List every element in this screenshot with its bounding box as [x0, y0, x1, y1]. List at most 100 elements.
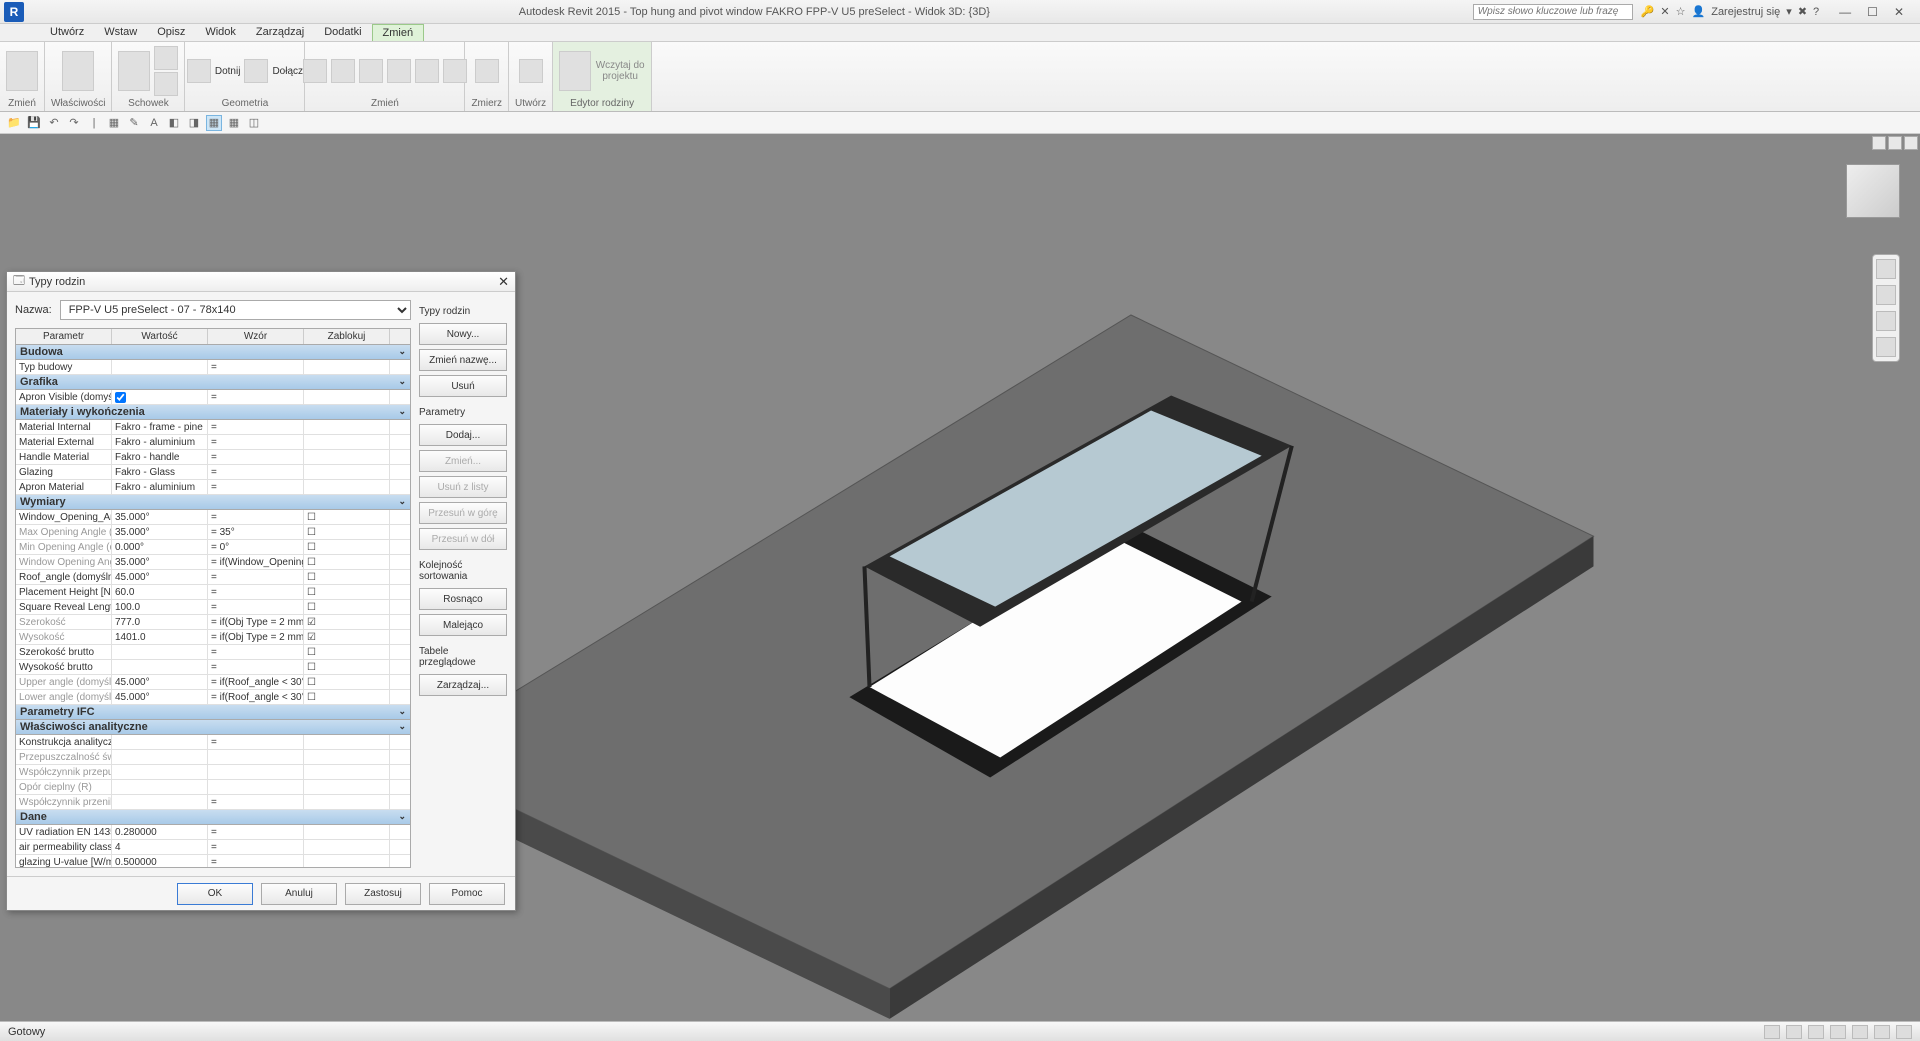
qat-save-icon[interactable]: 💾 [26, 115, 42, 131]
table-row[interactable]: Material ExternalFakro - aluminium= [16, 435, 410, 450]
apron-visible-checkbox[interactable] [115, 392, 126, 403]
cut-geom-icon[interactable] [244, 59, 268, 83]
vc-icon[interactable] [1888, 136, 1902, 150]
table-row[interactable]: Window_Opening_An35.000°=☐ [16, 510, 410, 525]
sort-asc-button[interactable]: Rosnąco [419, 588, 507, 610]
nav-pan-icon[interactable] [1876, 285, 1896, 305]
subscription-icon[interactable]: 🔑 [1641, 5, 1655, 18]
remove-button[interactable]: Usuń z listy [419, 476, 507, 498]
table-row[interactable]: Material InternalFakro - frame - pine= [16, 420, 410, 435]
qat-icon[interactable]: ▦ [106, 115, 122, 131]
help-icon[interactable]: ? [1813, 6, 1819, 18]
viewcube[interactable] [1846, 164, 1900, 218]
modify-icon[interactable] [6, 51, 38, 91]
user-icon[interactable]: 👤 [1692, 5, 1706, 18]
app-logo[interactable]: R [4, 2, 24, 22]
paste-icon[interactable] [118, 51, 150, 91]
sort-desc-button[interactable]: Malejąco [419, 614, 507, 636]
menu-utworz[interactable]: Utwórz [40, 24, 94, 41]
table-row[interactable]: Typ budowy= [16, 360, 410, 375]
move-up-button[interactable]: Przesuń w górę [419, 502, 507, 524]
menu-wstaw[interactable]: Wstaw [94, 24, 147, 41]
qat-icon[interactable]: ✎ [126, 115, 142, 131]
param-group[interactable]: Wymiary⌄ [16, 495, 410, 510]
move-icon[interactable] [331, 59, 355, 83]
table-row[interactable]: Wysokość brutto=☐ [16, 660, 410, 675]
qat-icon[interactable]: ▦ [226, 115, 242, 131]
exchange-icon[interactable]: ✕ [1660, 5, 1669, 18]
status-icon[interactable] [1830, 1025, 1846, 1039]
measure-icon[interactable] [475, 59, 499, 83]
table-row[interactable]: Wysokość1401.0= if(Obj Type = 2 mm, 9☑ [16, 630, 410, 645]
move-down-button[interactable]: Przesuń w dół [419, 528, 507, 550]
status-icon[interactable] [1874, 1025, 1890, 1039]
qat-undo-icon[interactable]: ↶ [46, 115, 62, 131]
cut-icon[interactable] [154, 46, 178, 70]
cope-icon[interactable] [187, 59, 211, 83]
qat-hilite-icon[interactable]: ▦ [206, 115, 222, 131]
maximize-button[interactable]: ☐ [1867, 5, 1878, 19]
apply-button[interactable]: Zastosuj [345, 883, 421, 905]
qat-redo-icon[interactable]: ↷ [66, 115, 82, 131]
signin-label[interactable]: Zarejestruj się [1711, 6, 1780, 18]
menu-widok[interactable]: Widok [195, 24, 246, 41]
table-row[interactable]: Współczynnik przenik= [16, 795, 410, 810]
align-icon[interactable] [303, 59, 327, 83]
parameter-table[interactable]: Parametr Wartość Wzór Zablokuj Budowa⌄Ty… [15, 328, 411, 868]
nav-wheel-icon[interactable] [1876, 259, 1896, 279]
table-row[interactable]: glazing U-value [W/m0.500000= [16, 855, 410, 868]
param-group[interactable]: Materiały i wykończenia⌄ [16, 405, 410, 420]
star-icon[interactable]: ☆ [1676, 5, 1686, 18]
qat-icon[interactable]: ◧ [166, 115, 182, 131]
status-icon[interactable] [1852, 1025, 1868, 1039]
table-row[interactable]: Max Opening Angle (d35.000°= 35°☐ [16, 525, 410, 540]
table-row[interactable]: UV radiation EN 143510.280000= [16, 825, 410, 840]
properties-icon[interactable] [62, 51, 94, 91]
dialog-close-button[interactable]: ✕ [498, 274, 509, 290]
table-row[interactable]: Szerokość brutto=☐ [16, 645, 410, 660]
new-button[interactable]: Nowy... [419, 323, 507, 345]
nav-orbit-icon[interactable] [1876, 337, 1896, 357]
delete-button[interactable]: Usuń [419, 375, 507, 397]
status-filter-icon[interactable] [1896, 1025, 1912, 1039]
ok-button[interactable]: OK [177, 883, 253, 905]
param-group[interactable]: Właściwości analityczne⌄ [16, 720, 410, 735]
vc-icon[interactable] [1872, 136, 1886, 150]
table-row[interactable]: GlazingFakro - Glass= [16, 465, 410, 480]
nav-zoom-icon[interactable] [1876, 311, 1896, 331]
menu-zmien[interactable]: Zmień [372, 24, 425, 41]
split-icon[interactable] [443, 59, 467, 83]
status-icon[interactable] [1764, 1025, 1780, 1039]
qat-icon[interactable]: ◨ [186, 115, 202, 131]
close-button[interactable]: ✕ [1894, 5, 1904, 19]
x-icon[interactable]: ✖ [1798, 5, 1807, 18]
table-row[interactable]: Upper angle (domyśln45.000°= if(Roof_ang… [16, 675, 410, 690]
modify-button[interactable]: Zmień... [419, 450, 507, 472]
minimize-button[interactable]: — [1839, 5, 1851, 19]
table-row[interactable]: Apron MaterialFakro - aluminium= [16, 480, 410, 495]
table-row[interactable]: Konstrukcja analityczn= [16, 735, 410, 750]
status-icon[interactable] [1786, 1025, 1802, 1039]
table-row[interactable]: Placement Height [N(60.0=☐ [16, 585, 410, 600]
qat-open-icon[interactable]: 📁 [6, 115, 22, 131]
rotate-icon[interactable] [415, 59, 439, 83]
offset-icon[interactable] [359, 59, 383, 83]
table-row[interactable]: Window Opening Ang35.000°= if(Window_Ope… [16, 555, 410, 570]
load-project-icon[interactable] [559, 51, 591, 91]
table-row[interactable]: Min Opening Angle (d0.000°= 0°☐ [16, 540, 410, 555]
param-group[interactable]: Parametry IFC⌄ [16, 705, 410, 720]
menu-zarzadzaj[interactable]: Zarządzaj [246, 24, 314, 41]
cancel-button[interactable]: Anuluj [261, 883, 337, 905]
table-row[interactable]: Szerokość777.0= if(Obj Type = 2 mm, 5☑ [16, 615, 410, 630]
status-icon[interactable] [1808, 1025, 1824, 1039]
type-name-select[interactable]: FPP-V U5 preSelect - 07 - 78x140 [60, 300, 411, 320]
qat-icon[interactable]: A [146, 115, 162, 131]
vc-icon[interactable] [1904, 136, 1918, 150]
create-icon[interactable] [519, 59, 543, 83]
search-input[interactable] [1473, 4, 1633, 20]
add-button[interactable]: Dodaj... [419, 424, 507, 446]
table-row[interactable]: Lower angle (domyśln45.000°= if(Roof_ang… [16, 690, 410, 705]
mirror-icon[interactable] [387, 59, 411, 83]
param-group[interactable]: Grafika⌄ [16, 375, 410, 390]
table-row[interactable]: Apron Visible (domyśl= [16, 390, 410, 405]
